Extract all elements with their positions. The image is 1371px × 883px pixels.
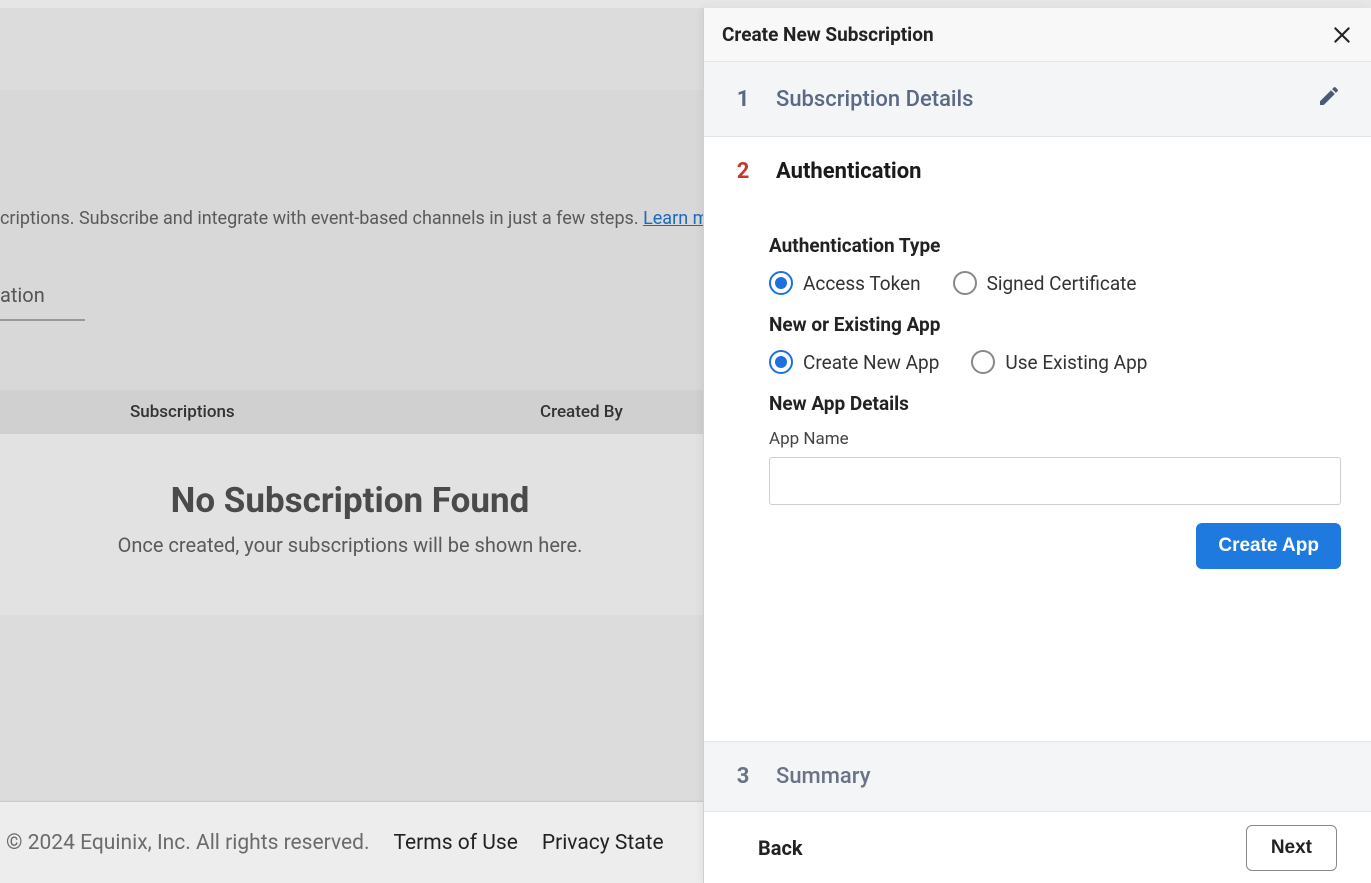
create-app-button[interactable]: Create App — [1196, 523, 1341, 569]
step-3-number: 3 — [734, 764, 752, 789]
radio-create-new-label: Create New App — [803, 351, 939, 374]
step-1-number: 1 — [734, 87, 752, 112]
radio-use-existing-label: Use Existing App — [1005, 351, 1147, 374]
col-subscriptions: Subscriptions — [130, 402, 235, 422]
radio-icon — [971, 350, 995, 374]
back-button[interactable]: Back — [758, 836, 803, 860]
step-2-label: Authentication — [776, 159, 921, 184]
radio-use-existing-app[interactable]: Use Existing App — [971, 350, 1147, 374]
bg-description-text: criptions. Subscribe and integrate with … — [0, 208, 643, 229]
panel-footer: Back Next — [704, 811, 1371, 883]
footer-privacy-link[interactable]: Privacy State — [542, 831, 664, 855]
empty-state-subtitle: Once created, your subscriptions will be… — [0, 533, 700, 557]
panel-title: Create New Subscription — [722, 23, 934, 46]
step-1-label: Subscription Details — [776, 87, 973, 112]
radio-icon — [769, 350, 793, 374]
radio-signed-certificate[interactable]: Signed Certificate — [953, 271, 1137, 295]
create-subscription-panel: Create New Subscription 1 Subscription D… — [703, 8, 1371, 883]
radio-create-new-app[interactable]: Create New App — [769, 350, 939, 374]
next-button[interactable]: Next — [1246, 825, 1337, 871]
radio-signed-cert-label: Signed Certificate — [987, 272, 1137, 295]
app-mode-heading: New or Existing App — [769, 313, 1341, 336]
auth-type-radio-group: Access Token Signed Certificate — [769, 271, 1341, 295]
col-created-by: Created By — [540, 402, 623, 422]
new-app-details-heading: New App Details — [769, 392, 1341, 415]
app-mode-radio-group: Create New App Use Existing App — [769, 350, 1341, 374]
step-3-label: Summary — [776, 764, 871, 789]
footer-copyright: © 2024 Equinix, Inc. All rights reserved… — [6, 831, 370, 855]
edit-icon[interactable] — [1317, 84, 1341, 114]
step-authentication: 2 Authentication — [704, 137, 1371, 206]
authentication-body: Authentication Type Access Token Signed … — [704, 206, 1371, 599]
step-subscription-details[interactable]: 1 Subscription Details — [704, 62, 1371, 137]
auth-type-heading: Authentication Type — [769, 234, 1341, 257]
bg-top-strip — [0, 0, 1371, 8]
step-summary: 3 Summary — [704, 741, 1371, 811]
step-2-number: 2 — [734, 159, 752, 184]
radio-icon — [953, 271, 977, 295]
close-icon[interactable] — [1331, 24, 1353, 46]
panel-header: Create New Subscription — [704, 8, 1371, 62]
radio-access-token[interactable]: Access Token — [769, 271, 921, 295]
app-name-input[interactable] — [769, 457, 1341, 505]
radio-icon — [769, 271, 793, 295]
empty-state: No Subscription Found Once created, your… — [0, 480, 700, 557]
bg-tab-partial[interactable]: ation — [0, 283, 85, 321]
empty-state-title: No Subscription Found — [0, 480, 700, 521]
app-name-label: App Name — [769, 429, 1341, 449]
radio-access-token-label: Access Token — [803, 272, 921, 295]
panel-spacer — [704, 599, 1371, 741]
footer-terms-link[interactable]: Terms of Use — [394, 831, 518, 855]
